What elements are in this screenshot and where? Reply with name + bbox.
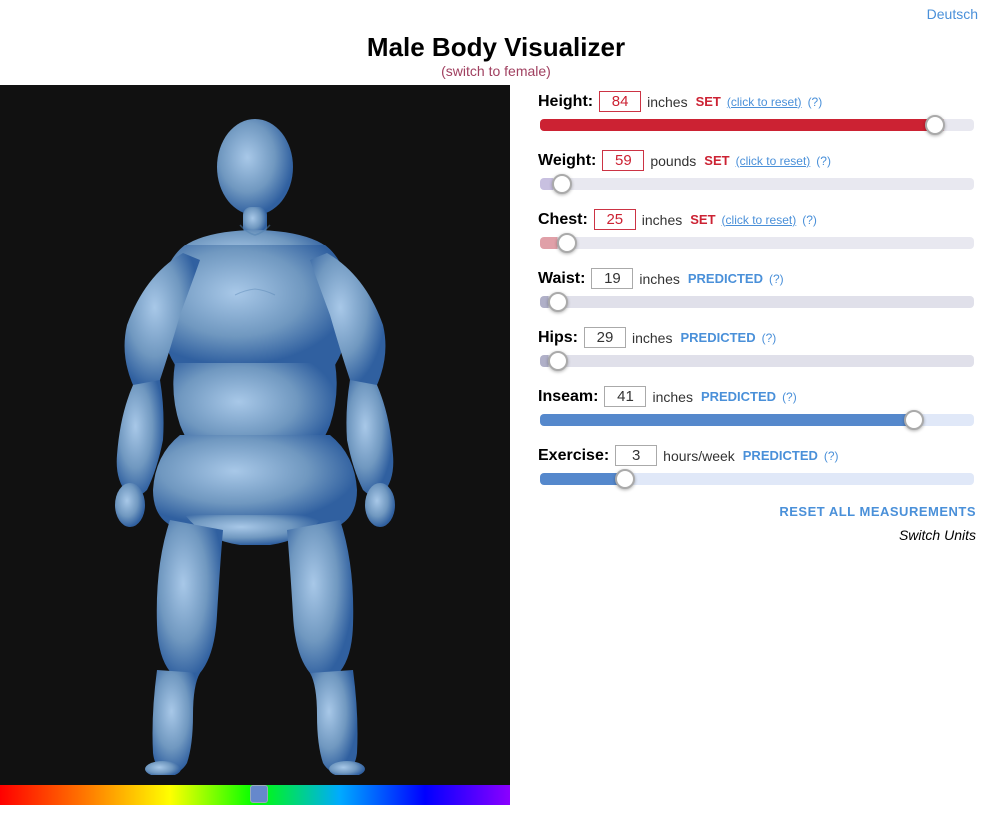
waist-label: Waist: [538,270,585,288]
hips-label: Hips: [538,329,578,347]
exercise-label: Exercise: [538,447,609,465]
chest-set-label: SET [690,212,715,227]
chest-row: Chest: inches SET (click to reset) (?) [538,209,976,254]
weight-set-label: SET [704,153,729,168]
page-title: Male Body Visualizer [0,32,992,63]
exercise-input[interactable] [615,445,657,466]
weight-input[interactable] [602,150,644,171]
inseam-label: Inseam: [538,388,598,406]
waist-row: Waist: inches PREDICTED (?) [538,268,976,313]
inseam-input[interactable] [604,386,646,407]
switch-to-female-link[interactable]: (switch to female) [441,63,551,79]
hips-predicted-label: PREDICTED [680,330,755,345]
waist-help-link[interactable]: (?) [769,272,784,286]
gradient-slider-thumb[interactable] [250,785,268,803]
weight-unit: pounds [650,153,696,169]
switch-units-button[interactable]: Switch Units [899,527,976,543]
inseam-help-link[interactable]: (?) [782,390,797,404]
height-label: Height: [538,93,593,111]
height-slider[interactable] [540,119,974,131]
height-row: Height: inches SET (click to reset) (?) [538,91,976,136]
inseam-unit: inches [652,389,692,405]
hips-slider[interactable] [540,355,974,367]
reset-all-button[interactable]: RESET ALL MEASUREMENTS [779,504,976,519]
exercise-help-link[interactable]: (?) [824,449,839,463]
controls-panel: Height: inches SET (click to reset) (?) … [510,85,992,805]
weight-row: Weight: pounds SET (click to reset) (?) [538,150,976,195]
inseam-row: Inseam: inches PREDICTED (?) [538,386,976,431]
weight-label: Weight: [538,152,596,170]
exercise-unit: hours/week [663,448,735,464]
hips-help-link[interactable]: (?) [762,331,777,345]
height-help-link[interactable]: (?) [808,95,823,109]
inseam-predicted-label: PREDICTED [701,389,776,404]
deutsch-link[interactable]: Deutsch [927,6,978,22]
chest-help-link[interactable]: (?) [802,213,817,227]
chest-input[interactable] [594,209,636,230]
hips-input[interactable] [584,327,626,348]
height-set-label: SET [696,94,721,109]
bottom-actions: RESET ALL MEASUREMENTS Switch Units [538,504,976,543]
waist-predicted-label: PREDICTED [688,271,763,286]
model-panel [0,85,510,805]
exercise-slider[interactable] [540,473,974,485]
exercise-row: Exercise: hours/week PREDICTED (?) [538,445,976,490]
weight-help-link[interactable]: (?) [816,154,831,168]
chest-reset-link[interactable]: (click to reset) [722,213,797,227]
inseam-slider[interactable] [540,414,974,426]
hips-unit: inches [632,330,672,346]
waist-input[interactable] [591,268,633,289]
waist-unit: inches [639,271,679,287]
hips-row: Hips: inches PREDICTED (?) [538,327,976,372]
weight-reset-link[interactable]: (click to reset) [736,154,811,168]
weight-slider[interactable] [540,178,974,190]
model-svg-area [0,85,510,785]
exercise-predicted-label: PREDICTED [743,448,818,463]
waist-slider[interactable] [540,296,974,308]
chest-label: Chest: [538,211,588,229]
height-reset-link[interactable]: (click to reset) [727,95,802,109]
height-unit: inches [647,94,687,110]
body-figure [75,95,435,775]
height-input[interactable] [599,91,641,112]
chest-slider[interactable] [540,237,974,249]
chest-unit: inches [642,212,682,228]
top-right-lang: Deutsch [0,0,992,24]
